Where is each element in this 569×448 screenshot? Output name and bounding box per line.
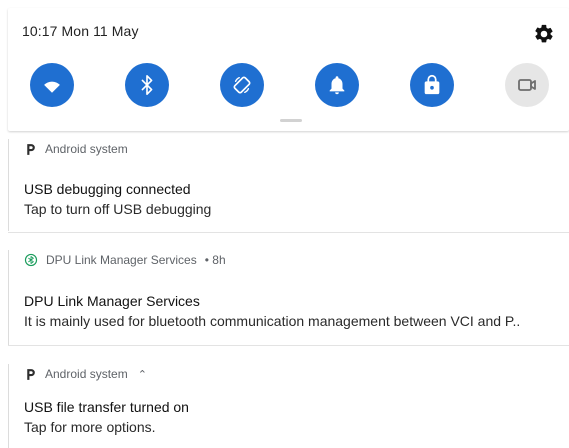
notification-dpu-link-manager[interactable]: DPU Link Manager Services • 8h DPU Link … [8, 250, 569, 345]
notification-time: • 8h [204, 253, 226, 267]
bluetooth-tile[interactable] [125, 63, 169, 107]
android-system-icon [27, 143, 35, 155]
expand-chevron-icon[interactable]: ⌃ [138, 368, 147, 381]
drag-handle[interactable] [280, 119, 302, 122]
notification-title: USB debugging connected [24, 181, 191, 197]
app-name: DPU Link Manager Services [46, 253, 197, 267]
notification-title: USB file transfer turned on [24, 399, 189, 415]
settings-gear-icon[interactable] [533, 23, 555, 45]
lock-icon [424, 74, 440, 95]
quick-settings-panel: 10:17 Mon 11 May [8, 8, 569, 131]
time: 10:17 [22, 23, 58, 39]
app-name: Android system [45, 142, 128, 156]
wifi-icon [44, 81, 60, 93]
notification-divider [8, 345, 569, 346]
notification-bell-icon [329, 76, 345, 95]
auto-rotate-tile[interactable] [220, 63, 264, 107]
notification-header: Android system [24, 139, 128, 159]
do-not-disturb-tile[interactable] [315, 63, 359, 107]
notification-title: DPU Link Manager Services [24, 293, 200, 309]
app-name: Android system [45, 367, 128, 381]
notification-body: Tap to turn off USB debugging [24, 201, 212, 217]
dpu-link-manager-icon [24, 253, 38, 267]
wifi-tile[interactable] [30, 63, 74, 107]
lock-tile[interactable] [410, 63, 454, 107]
screen-record-icon [518, 79, 536, 91]
notification-usb-file-transfer[interactable]: Android system ⌃ USB file transfer turne… [8, 364, 569, 448]
date: Mon 11 May [61, 23, 139, 39]
notification-divider [8, 232, 569, 233]
notification-body: It is mainly used for bluetooth communic… [24, 313, 521, 329]
android-system-icon [27, 368, 35, 380]
status-bar: 10:17 Mon 11 May [22, 23, 139, 39]
screen-record-tile[interactable] [505, 63, 549, 107]
notification-header: DPU Link Manager Services • 8h [24, 250, 226, 270]
notification-body: Tap for more options. [24, 419, 156, 435]
bluetooth-icon [141, 75, 153, 95]
android-notification-shade: 10:17 Mon 11 May Android system USB debu… [0, 0, 569, 448]
notification-usb-debugging[interactable]: Android system USB debugging connected T… [8, 139, 569, 231]
notification-header: Android system ⌃ [24, 364, 147, 384]
notification-list: Android system USB debugging connected T… [0, 131, 569, 448]
auto-rotate-icon [233, 76, 251, 94]
